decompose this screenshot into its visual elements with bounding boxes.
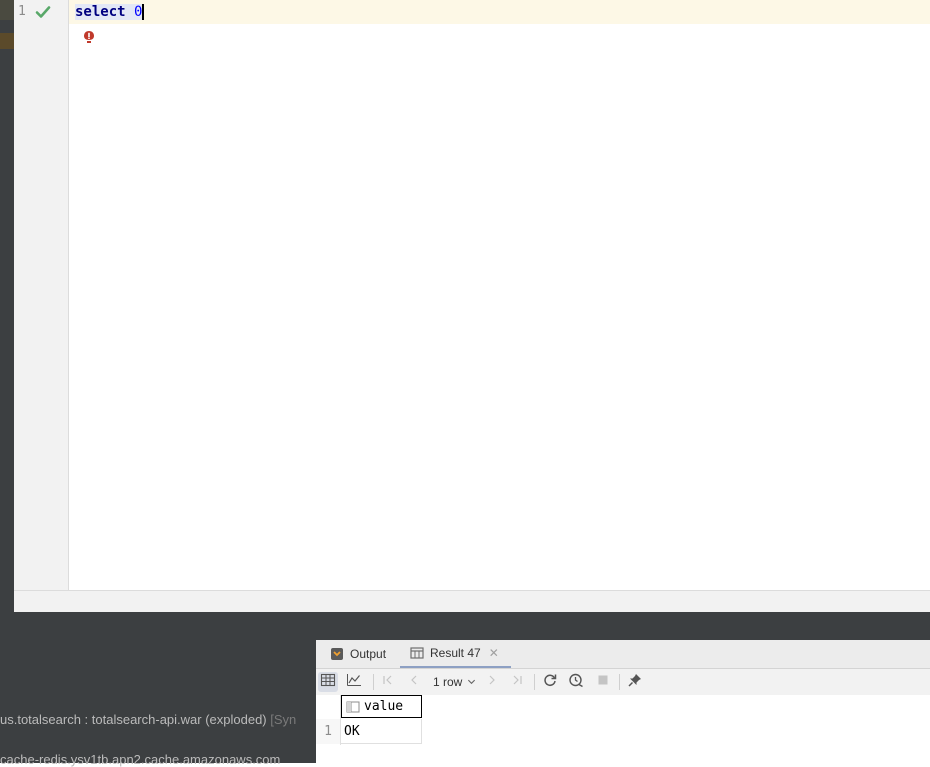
pin-icon (627, 672, 643, 693)
row-count-label: 1 row (433, 675, 463, 689)
chevron-down-icon (467, 675, 476, 689)
first-page-button[interactable] (378, 672, 398, 692)
reload-button[interactable] (540, 672, 560, 692)
output-icon (330, 647, 344, 661)
service-status: [Syn (270, 712, 297, 727)
toolbar-separator (619, 674, 620, 690)
next-page-button[interactable] (482, 672, 502, 692)
history-button[interactable] (566, 672, 586, 692)
current-line-highlight (69, 0, 930, 24)
chevron-left-icon (406, 672, 422, 693)
line-number: 1 (18, 4, 26, 19)
tab-label: Output (350, 647, 387, 661)
table-cell[interactable]: OK (341, 719, 422, 744)
tab-result-47[interactable]: Result 47 ✕ (400, 640, 511, 668)
sql-keyword: select (75, 4, 126, 20)
service-label: us.totalsearch : totalsearch-api.war (ex… (0, 712, 267, 727)
toolbar-separator (534, 674, 535, 690)
text-caret (142, 4, 144, 20)
editor-footer (14, 590, 930, 613)
strip-marker (0, 33, 14, 49)
row-number: 1 (316, 719, 340, 744)
check-icon[interactable] (35, 4, 51, 20)
pin-tab-button[interactable] (625, 672, 645, 692)
tab-output[interactable]: Output (330, 640, 386, 668)
results-toolbar: 1 row (316, 669, 930, 695)
left-tool-strip (0, 0, 14, 612)
column-icon (346, 700, 360, 714)
services-panel: us.totalsearch : totalsearch-api.war (ex… (0, 640, 316, 767)
tab-label: Result 47 (430, 646, 481, 660)
warning-icon[interactable] (83, 30, 95, 44)
stop-icon (595, 672, 611, 693)
last-page-icon (509, 672, 525, 693)
grid-icon (320, 672, 336, 693)
strip-marker (0, 0, 14, 20)
close-icon[interactable]: ✕ (489, 646, 499, 660)
last-page-button[interactable] (507, 672, 527, 692)
previous-page-button[interactable] (404, 672, 424, 692)
row-count-dropdown[interactable]: 1 row (433, 674, 476, 690)
toolbar-separator (373, 674, 374, 690)
sql-number: 0 (134, 4, 143, 20)
code-line[interactable]: select 0 (75, 3, 144, 21)
clock-icon (568, 672, 584, 693)
column-header-value[interactable]: value (341, 695, 422, 718)
chart-view-button[interactable] (344, 672, 364, 692)
stop-button[interactable] (593, 672, 613, 692)
column-header-label: value (364, 699, 404, 714)
chart-icon (346, 672, 362, 693)
sql-editor[interactable] (69, 0, 930, 590)
service-item[interactable]: us.totalsearch : totalsearch-api.war (ex… (0, 712, 296, 727)
service-item[interactable]: cache-redis.ysv1tb.apn2.cache.amazonaws.… (0, 752, 280, 767)
results-tabbar: Output Result 47 ✕ (316, 640, 930, 669)
first-page-icon (380, 672, 396, 693)
service-label: cache-redis.ysv1tb.apn2.cache.amazonaws.… (0, 752, 281, 767)
panel-divider (0, 612, 930, 640)
editor-gutter (14, 0, 69, 590)
table-view-button[interactable] (318, 672, 338, 692)
chevron-right-icon (484, 672, 500, 693)
refresh-icon (542, 672, 558, 693)
table-icon (410, 646, 424, 660)
